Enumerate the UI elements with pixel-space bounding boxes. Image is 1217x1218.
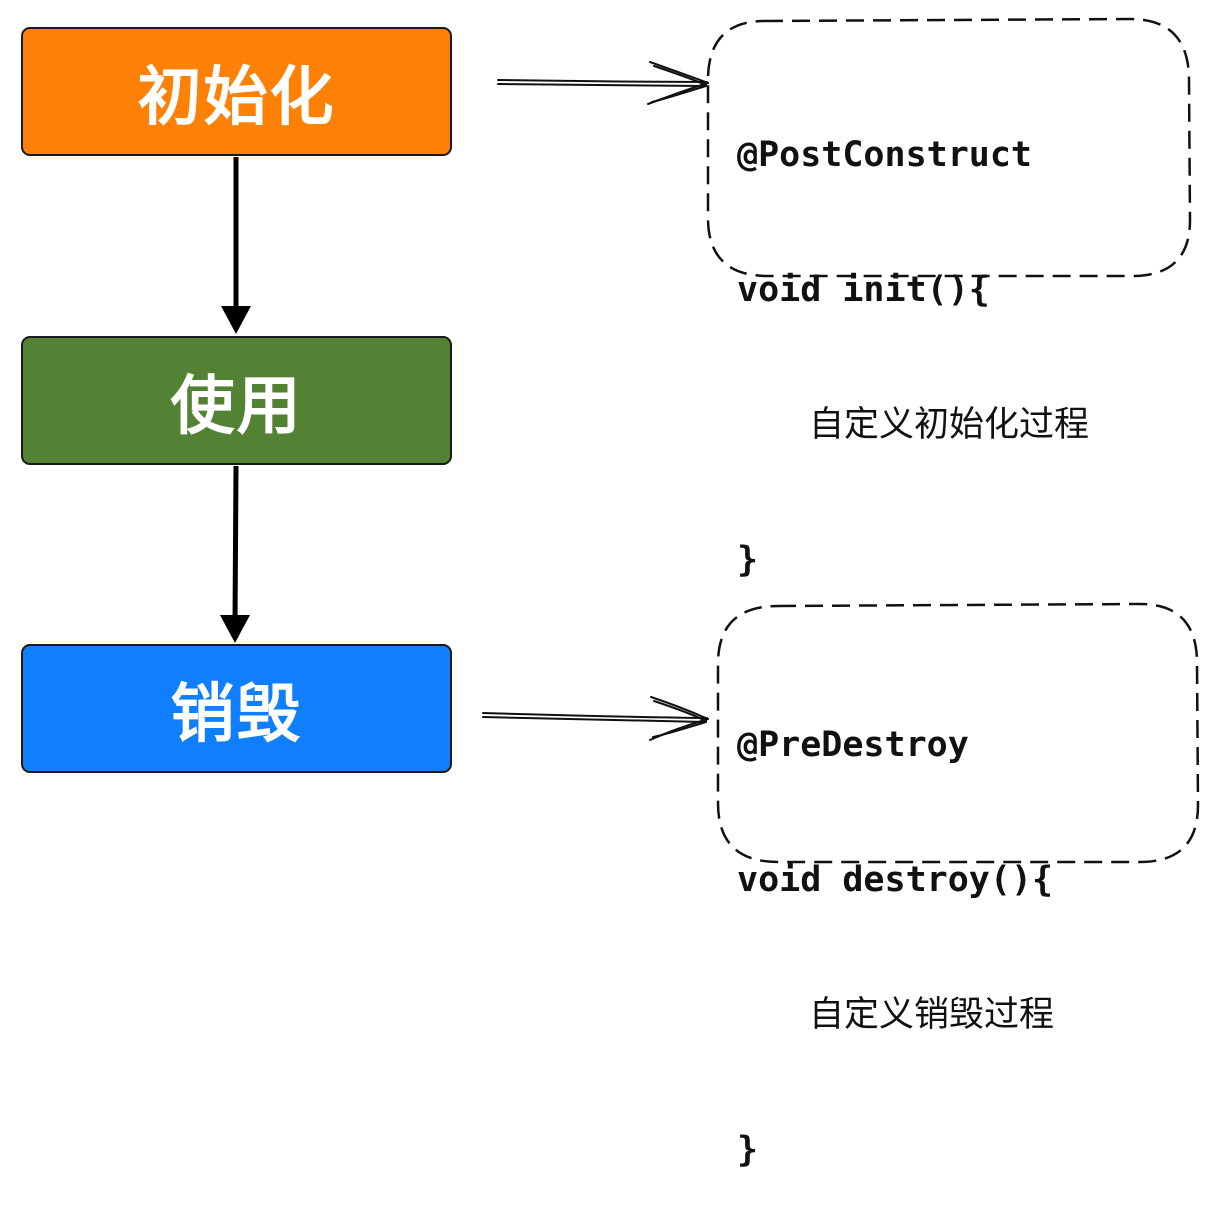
note-destroy-code: @PreDestroy void destroy(){ 自定义销毁过程 } xyxy=(737,633,1054,1218)
stage-use-box: 使用 xyxy=(21,336,452,465)
stage-destroy-box: 销毁 xyxy=(21,644,452,773)
note-init-code: @PostConstruct void init(){ 自定义初始化过程 } xyxy=(737,43,1089,628)
flow-arrow-use-to-destroy xyxy=(220,465,250,643)
note-destroy-signature: void destroy(){ xyxy=(737,860,1054,900)
note-init-close: } xyxy=(737,540,759,580)
note-destroy-body: 自定义销毁过程 xyxy=(809,995,1055,1035)
stage-init-label: 初始化 xyxy=(137,60,336,135)
stage-destroy-label: 销毁 xyxy=(170,677,303,752)
flow-arrow-init-to-use xyxy=(221,157,251,334)
note-arrow-init xyxy=(497,61,709,105)
note-init-annotation: @PostConstruct xyxy=(737,135,1033,175)
note-arrow-destroy xyxy=(482,696,709,741)
note-destroy-annotation: @PreDestroy xyxy=(737,725,969,765)
stage-use-label: 使用 xyxy=(170,369,303,444)
note-init-body: 自定义初始化过程 xyxy=(809,405,1090,445)
note-init-signature: void init(){ xyxy=(737,270,990,310)
stage-init-box: 初始化 xyxy=(21,27,452,156)
note-destroy-close: } xyxy=(737,1130,759,1170)
